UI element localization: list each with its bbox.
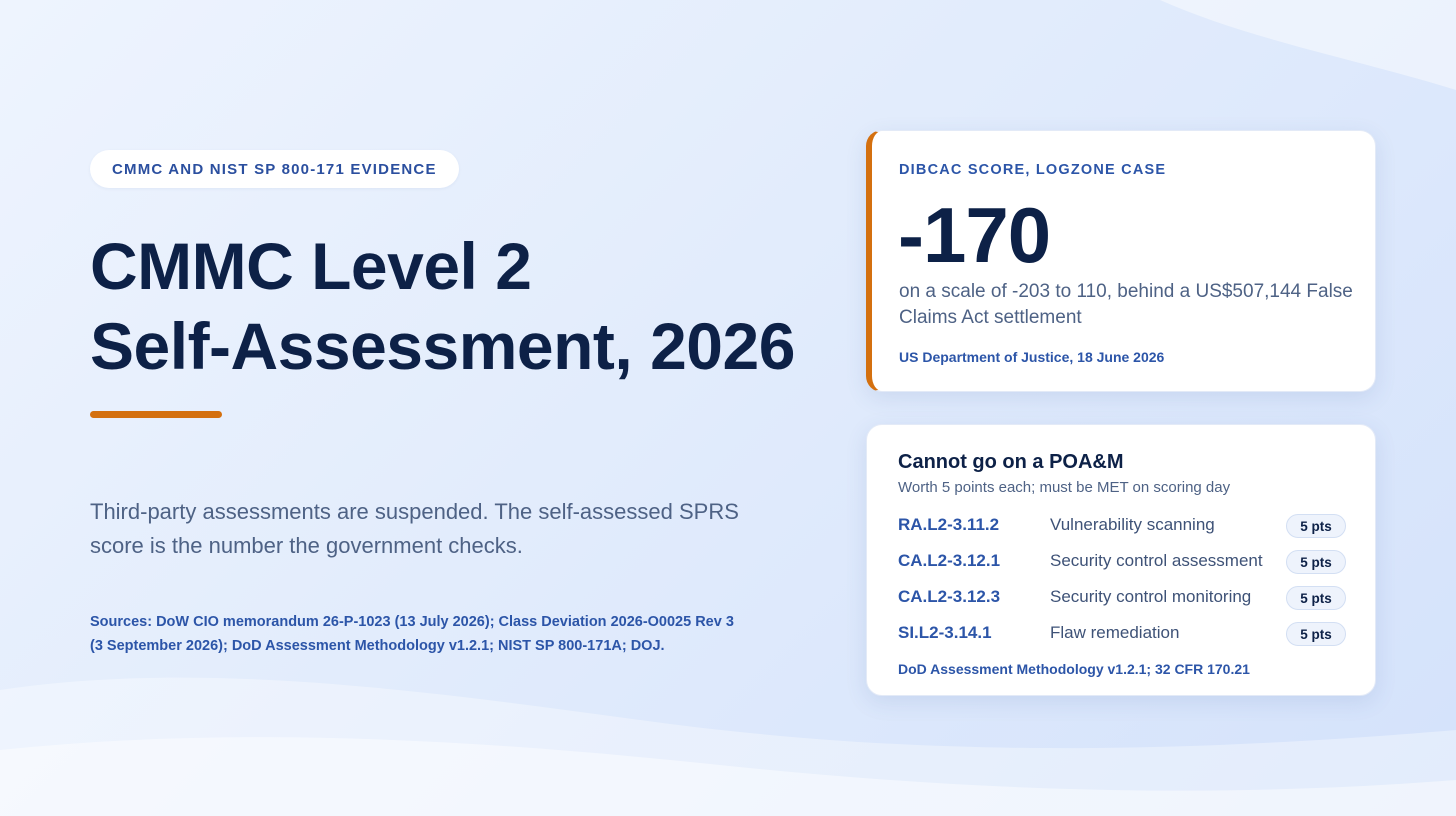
score-card: DIBCAC SCORE, LOGZONE CASE -170 on a sca… bbox=[866, 130, 1376, 392]
score-card-label: DIBCAC SCORE, LOGZONE CASE bbox=[899, 162, 1167, 178]
control-code: RA.L2-3.11.2 bbox=[898, 515, 1000, 534]
poam-subheading: Worth 5 points each; must be MET on scor… bbox=[898, 479, 1231, 496]
score-value: -170 bbox=[898, 191, 1051, 279]
points-badge: 5 pts bbox=[1286, 550, 1346, 574]
control-code: CA.L2-3.12.3 bbox=[898, 587, 1001, 606]
control-name: Security control monitoring bbox=[1050, 587, 1252, 606]
page-title-line-2: Self-Assessment, 2026 bbox=[90, 309, 795, 383]
page-title-line-1: CMMC Level 2 bbox=[90, 229, 532, 303]
control-code: SI.L2-3.14.1 bbox=[898, 623, 992, 642]
list-item: CA.L2-3.12.3 Security control monitoring… bbox=[898, 579, 1346, 615]
poam-source: DoD Assessment Methodology v1.2.1; 32 CF… bbox=[898, 661, 1250, 677]
control-code: CA.L2-3.12.1 bbox=[898, 551, 1001, 570]
lede-text: Third-party assessments are suspended. T… bbox=[90, 499, 739, 558]
poam-list: RA.L2-3.11.2 Vulnerability scanning 5 pt… bbox=[898, 507, 1346, 651]
control-name: Flaw remediation bbox=[1050, 623, 1180, 642]
list-item: CA.L2-3.12.1 Security control assessment… bbox=[898, 543, 1346, 579]
control-name: Vulnerability scanning bbox=[1050, 515, 1215, 534]
list-item: SI.L2-3.14.1 Flaw remediation 5 pts bbox=[898, 615, 1346, 651]
poam-card: Cannot go on a POA&M Worth 5 points each… bbox=[866, 424, 1376, 696]
poam-heading: Cannot go on a POA&M bbox=[898, 451, 1124, 473]
score-description: on a scale of -203 to 110, behind a US$5… bbox=[899, 281, 1353, 328]
title-accent-bar bbox=[90, 411, 222, 418]
score-source: US Department of Justice, 18 June 2026 bbox=[899, 349, 1165, 365]
sources-text: Sources: DoW CIO memorandum 26-P-1023 (1… bbox=[90, 614, 734, 654]
points-badge: 5 pts bbox=[1286, 514, 1346, 538]
points-badge: 5 pts bbox=[1286, 622, 1346, 646]
control-name: Security control assessment bbox=[1050, 551, 1263, 570]
list-item: RA.L2-3.11.2 Vulnerability scanning 5 pt… bbox=[898, 507, 1346, 543]
points-badge: 5 pts bbox=[1286, 586, 1346, 610]
page-title: CMMC Level 2 Self-Assessment, 2026 bbox=[90, 226, 870, 386]
eyebrow-pill: CMMC AND NIST SP 800-171 EVIDENCE bbox=[90, 150, 459, 188]
